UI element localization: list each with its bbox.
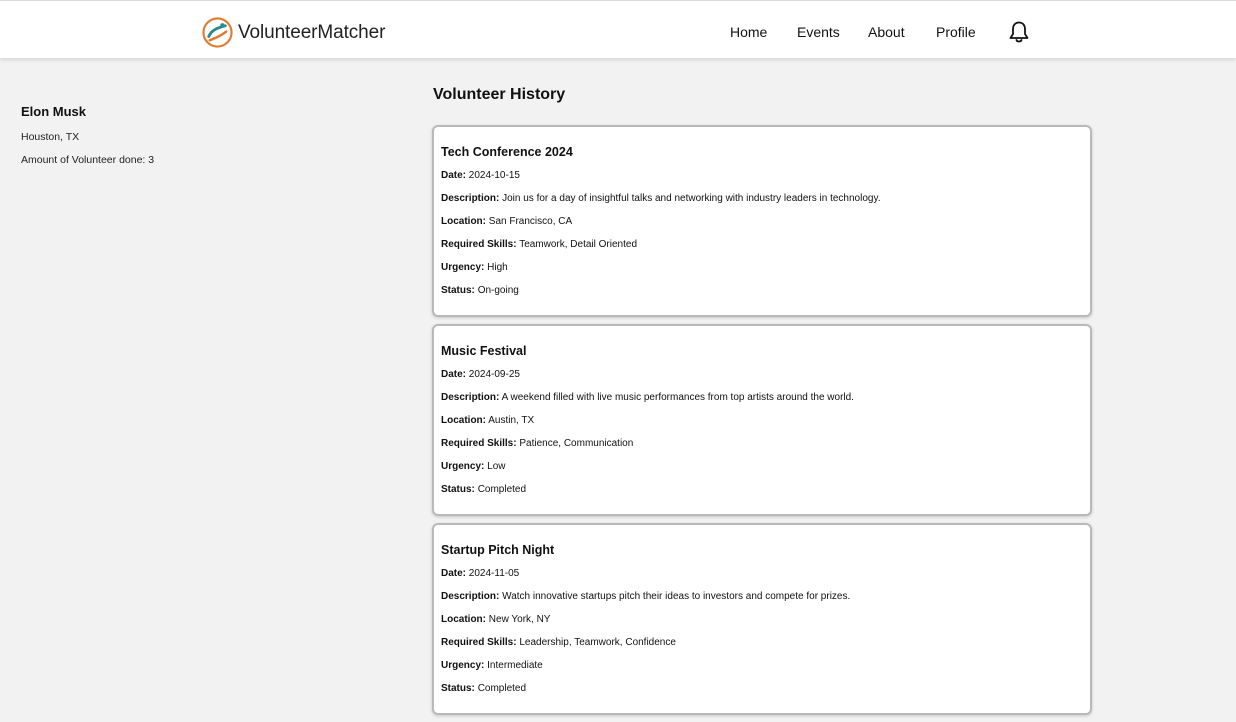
top-navbar: VolunteerMatcher Home Events About Profi…: [0, 0, 1236, 58]
event-skills: Required Skills: Teamwork, Detail Orient…: [441, 239, 1090, 262]
profile-name: Elon Musk: [21, 104, 87, 119]
event-date: Date: 2024-10-15: [441, 170, 1090, 193]
event-location: Location: Austin, TX: [441, 415, 1090, 438]
event-card: Startup Pitch Night Date: 2024-11-05 Des…: [432, 523, 1092, 715]
urgency-label: Urgency:: [441, 461, 485, 472]
event-location: Location: New York, NY: [441, 614, 1090, 637]
skills-label: Required Skills:: [441, 239, 517, 250]
description-value: A weekend filled with live music perform…: [501, 392, 854, 403]
urgency-label: Urgency:: [441, 262, 485, 273]
status-label: Status:: [441, 484, 475, 495]
event-description: Description: Watch innovative startups p…: [441, 591, 1090, 614]
event-location: Location: San Francisco, CA: [441, 216, 1090, 239]
skills-label: Required Skills:: [441, 637, 517, 648]
event-urgency: Urgency: Low: [441, 461, 1090, 484]
skills-value: Leadership, Teamwork, Confidence: [519, 637, 676, 648]
urgency-value: Low: [487, 461, 506, 472]
date-value: 2024-09-25: [468, 369, 520, 380]
location-value: New York, NY: [488, 614, 551, 625]
event-description: Description: A weekend filled with live …: [441, 392, 1090, 415]
event-date: Date: 2024-09-25: [441, 369, 1090, 392]
nav-profile-link[interactable]: Profile: [936, 24, 976, 40]
event-status: Status: Completed: [441, 484, 1090, 507]
nav-links: Home Events About Profile: [0, 1, 1236, 59]
event-title: Music Festival: [441, 344, 527, 358]
urgency-value: Intermediate: [487, 660, 543, 671]
date-value: 2024-10-15: [468, 170, 520, 181]
nav-home-link[interactable]: Home: [730, 24, 767, 40]
event-card: Tech Conference 2024 Date: 2024-10-15 De…: [432, 125, 1092, 317]
location-value: San Francisco, CA: [488, 216, 573, 227]
date-value: 2024-11-05: [468, 568, 520, 579]
description-label: Description:: [441, 392, 500, 403]
location-label: Location:: [441, 415, 486, 426]
event-skills: Required Skills: Leadership, Teamwork, C…: [441, 637, 1090, 660]
event-urgency: Urgency: High: [441, 262, 1090, 285]
event-card: Music Festival Date: 2024-09-25 Descript…: [432, 324, 1092, 516]
bell-icon[interactable]: [1008, 20, 1030, 44]
location-value: Austin, TX: [488, 415, 535, 426]
date-label: Date:: [441, 369, 467, 380]
status-value: Completed: [477, 683, 527, 694]
event-description: Description: Join us for a day of insigh…: [441, 193, 1090, 216]
event-date: Date: 2024-11-05: [441, 568, 1090, 591]
nav-events-link[interactable]: Events: [797, 24, 840, 40]
urgency-value: High: [487, 262, 508, 273]
skills-label: Required Skills:: [441, 438, 517, 449]
nav-about-link[interactable]: About: [868, 24, 905, 40]
event-title: Startup Pitch Night: [441, 543, 555, 557]
page-title: Volunteer History: [433, 86, 566, 103]
event-skills: Required Skills: Patience, Communication: [441, 438, 1090, 461]
event-urgency: Urgency: Intermediate: [441, 660, 1090, 683]
description-label: Description:: [441, 193, 500, 204]
status-value: Completed: [477, 484, 527, 495]
skills-value: Patience, Communication: [519, 438, 634, 449]
profile-location: Houston, TX: [21, 131, 80, 143]
event-status: Status: Completed: [441, 683, 1090, 706]
status-value: On-going: [477, 285, 519, 296]
skills-value: Teamwork, Detail Oriented: [519, 239, 638, 250]
status-label: Status:: [441, 683, 475, 694]
location-label: Location:: [441, 614, 486, 625]
event-title: Tech Conference 2024: [441, 145, 573, 159]
urgency-label: Urgency:: [441, 660, 485, 671]
volunteer-history-list: Tech Conference 2024 Date: 2024-10-15 De…: [432, 125, 1092, 722]
volunteer-count: Amount of Volunteer done: 3: [21, 154, 155, 166]
date-label: Date:: [441, 170, 467, 181]
location-label: Location:: [441, 216, 486, 227]
description-value: Join us for a day of insightful talks an…: [502, 193, 881, 204]
date-label: Date:: [441, 568, 467, 579]
description-label: Description:: [441, 591, 500, 602]
description-value: Watch innovative startups pitch their id…: [502, 591, 851, 602]
event-status: Status: On-going: [441, 285, 1090, 308]
status-label: Status:: [441, 285, 475, 296]
